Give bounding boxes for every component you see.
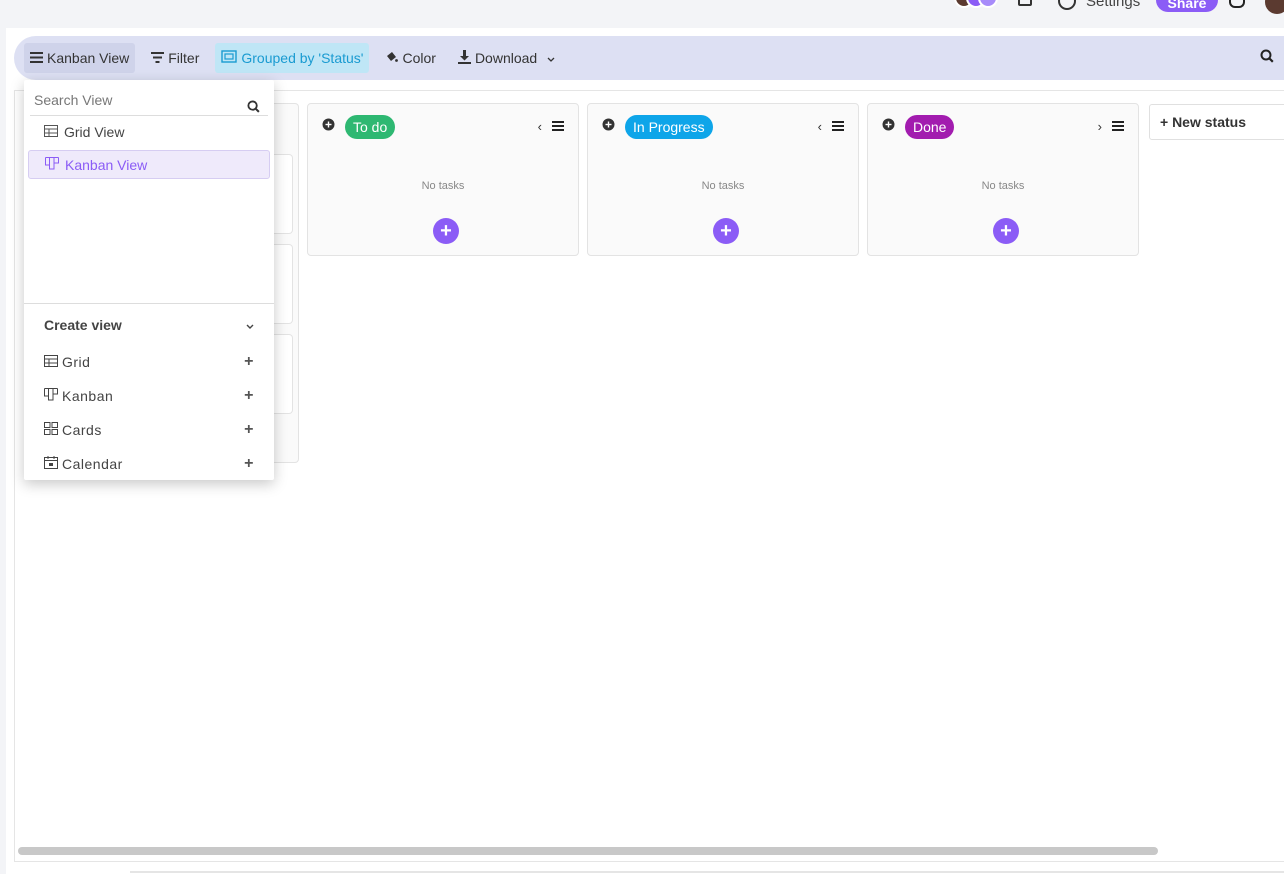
create-item-label: Cards bbox=[62, 422, 102, 438]
menu-icon[interactable] bbox=[1112, 119, 1124, 134]
horizontal-scrollbar[interactable] bbox=[18, 847, 1158, 855]
view-toolbar: Kanban View Filter Grouped by 'Status' C… bbox=[14, 36, 1284, 80]
column-header: In Progress bbox=[602, 115, 713, 139]
grid-icon bbox=[44, 354, 58, 370]
color-button[interactable]: Color bbox=[379, 43, 441, 73]
create-grid-view[interactable]: Grid + bbox=[44, 353, 254, 371]
divider bbox=[130, 871, 1284, 873]
chevron-down-icon bbox=[547, 50, 555, 66]
create-kanban-view[interactable]: Kanban + bbox=[44, 387, 254, 405]
create-item-label: Grid bbox=[62, 354, 91, 370]
menu-icon[interactable] bbox=[552, 119, 564, 134]
view-item-kanban[interactable]: Kanban View bbox=[28, 150, 270, 179]
settings-button[interactable]: Settings bbox=[1058, 0, 1140, 10]
view-item-grid[interactable]: Grid View bbox=[28, 117, 270, 146]
view-dropdown: Search View Grid View Kanban View Create… bbox=[24, 80, 274, 480]
kanban-icon bbox=[44, 388, 58, 404]
calendar-icon bbox=[44, 456, 58, 472]
column-controls: ‹ bbox=[818, 119, 844, 134]
status-badge: To do bbox=[345, 115, 396, 139]
download-icon bbox=[457, 49, 471, 67]
menu-icon bbox=[30, 51, 43, 66]
search-view-input[interactable]: Search View bbox=[30, 86, 268, 116]
kanban-column-in-progress: In Progress ‹ No tasks + bbox=[587, 103, 859, 256]
chevron-left-icon[interactable]: ‹ bbox=[818, 119, 822, 134]
gear-icon bbox=[1058, 0, 1076, 10]
create-item-label: Kanban bbox=[62, 388, 114, 404]
color-label: Color bbox=[402, 50, 436, 66]
download-label: Download bbox=[474, 50, 538, 66]
filter-button[interactable]: Filter bbox=[145, 43, 205, 73]
plus-icon: + bbox=[244, 455, 254, 472]
divider bbox=[24, 303, 274, 304]
add-task-button[interactable]: + bbox=[433, 218, 459, 244]
empty-message: No tasks bbox=[981, 180, 1025, 192]
search-icon[interactable] bbox=[1260, 49, 1274, 68]
plus-icon: + bbox=[244, 421, 254, 438]
empty-message: No tasks bbox=[421, 180, 465, 192]
menu-icon[interactable] bbox=[832, 119, 844, 134]
column-controls: ‹ bbox=[538, 119, 564, 134]
view-switcher-button[interactable]: Kanban View bbox=[24, 43, 136, 73]
group-by-label: Grouped by 'Status' bbox=[241, 50, 364, 66]
filter-label: Filter bbox=[168, 50, 200, 66]
chevron-left-icon[interactable]: ‹ bbox=[538, 119, 542, 134]
new-status-button[interactable]: + New status bbox=[1149, 104, 1284, 140]
view-switcher-label: Kanban View bbox=[47, 50, 130, 66]
status-badge: Done bbox=[905, 115, 955, 139]
column-header: Done bbox=[882, 115, 955, 139]
filter-icon bbox=[151, 51, 165, 66]
kanban-column-done: Done › No tasks + bbox=[867, 103, 1139, 256]
settings-label: Settings bbox=[1086, 0, 1141, 10]
create-item-label: Calendar bbox=[62, 456, 123, 472]
kanban-column-todo: To do ‹ No tasks + bbox=[307, 103, 579, 256]
bell-icon[interactable] bbox=[1229, 0, 1245, 8]
grid-icon bbox=[44, 124, 58, 140]
chevron-down-icon bbox=[246, 317, 254, 333]
user-avatar[interactable] bbox=[1265, 0, 1284, 14]
paint-bucket-icon bbox=[385, 51, 399, 66]
add-circle-icon[interactable] bbox=[322, 118, 335, 136]
add-task-button[interactable]: + bbox=[713, 218, 739, 244]
create-calendar-view[interactable]: Calendar + bbox=[44, 455, 254, 473]
chevron-right-icon[interactable]: › bbox=[1098, 119, 1102, 134]
add-circle-icon[interactable] bbox=[882, 118, 895, 136]
column-controls: › bbox=[1098, 119, 1124, 134]
kanban-icon bbox=[45, 156, 59, 173]
view-item-label: Kanban View bbox=[65, 156, 148, 173]
group-icon bbox=[221, 50, 238, 66]
plus-icon: + bbox=[244, 353, 254, 370]
share-button[interactable]: Share bbox=[1156, 0, 1218, 12]
create-view-header[interactable]: Create view bbox=[44, 317, 254, 333]
add-circle-icon[interactable] bbox=[602, 118, 615, 136]
add-task-button[interactable]: + bbox=[993, 218, 1019, 244]
create-cards-view[interactable]: Cards + bbox=[44, 421, 254, 439]
group-by-button[interactable]: Grouped by 'Status' bbox=[215, 43, 370, 73]
collaborator-avatars[interactable] bbox=[954, 0, 998, 8]
status-badge: In Progress bbox=[625, 115, 713, 139]
cards-icon bbox=[44, 422, 58, 438]
window-icon[interactable] bbox=[1018, 0, 1032, 6]
view-item-label: Grid View bbox=[64, 123, 125, 140]
create-view-label: Create view bbox=[44, 317, 122, 333]
avatar bbox=[978, 0, 998, 8]
plus-icon: + bbox=[244, 387, 254, 404]
empty-message: No tasks bbox=[701, 180, 745, 192]
download-button[interactable]: Download bbox=[452, 43, 561, 73]
top-bar: Settings Share bbox=[0, 0, 1284, 28]
column-header: To do bbox=[322, 115, 396, 139]
